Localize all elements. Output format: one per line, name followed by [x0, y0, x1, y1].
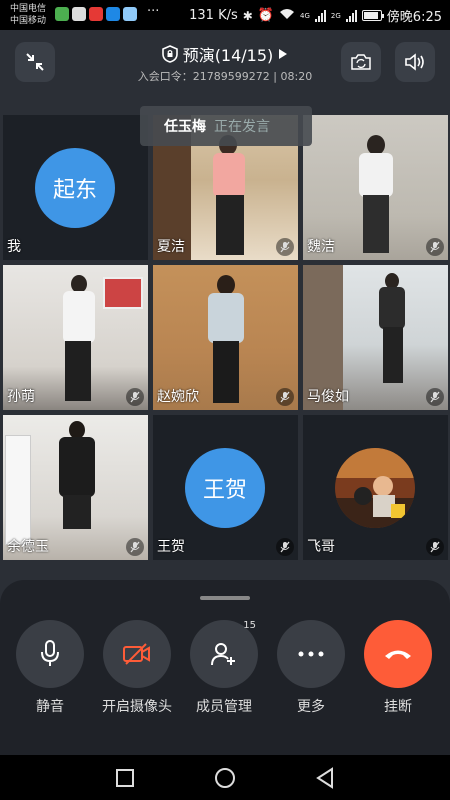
meeting-code-label: 入会口令：	[137, 70, 193, 83]
participant-tile[interactable]: 赵婉欣	[153, 265, 298, 410]
participant-name: 魏洁	[307, 239, 335, 255]
signal-icon	[314, 9, 326, 22]
mic-muted-icon	[426, 238, 444, 256]
switch-camera-button[interactable]	[341, 42, 381, 82]
meeting-duration: 08:20	[280, 70, 313, 83]
camera-control: 开启摄像头	[102, 620, 172, 716]
wifi-icon	[279, 8, 295, 24]
participant-name: 孙萌	[7, 389, 35, 405]
hangup-label: 挂断	[384, 699, 412, 715]
avatar: 王贺	[185, 448, 265, 528]
speaker-status: 正在发言	[214, 119, 270, 135]
person-figure	[217, 275, 235, 295]
mic-muted-icon	[126, 538, 144, 556]
home-icon[interactable]	[213, 766, 237, 790]
lock-shield-icon	[161, 45, 178, 63]
clock: 傍晚6:25	[386, 10, 442, 25]
hangup-control: 挂断	[363, 620, 433, 716]
bluetooth-icon: ✱	[242, 8, 253, 23]
carrier-2: 中国移动	[10, 16, 47, 26]
participant-name: 余德玉	[7, 539, 49, 555]
mic-muted-icon	[276, 238, 294, 256]
more-control: 更多	[276, 620, 346, 716]
speaker-button[interactable]	[395, 42, 435, 82]
members-control: 15 成员管理	[189, 620, 259, 716]
mic-muted-icon	[426, 538, 444, 556]
participant-name: 马俊如	[307, 389, 349, 405]
app-notification-icon	[72, 7, 86, 21]
info-separator: |	[273, 70, 277, 83]
carrier-1: 中国电信	[10, 4, 47, 14]
signal-icon	[345, 9, 357, 22]
microphone-icon	[41, 640, 59, 666]
mic-muted-icon	[426, 388, 444, 406]
network-type-2: 2G	[330, 11, 341, 20]
mute-control: 静音	[15, 620, 85, 716]
meeting-header: 预演(14/15) 入会口令：21789599272 | 08:20	[0, 30, 450, 110]
mic-muted-icon	[276, 538, 294, 556]
system-nav-bar	[0, 755, 450, 800]
app-notification-icon	[89, 7, 103, 21]
camera-button[interactable]	[103, 620, 171, 688]
status-bar: 中国电信 中国移动 ··· 131 K/s ✱ ⏰ 4G 2G 傍晚6:25	[0, 0, 450, 30]
mic-muted-icon	[276, 388, 294, 406]
add-member-icon	[211, 643, 235, 666]
participant-tile[interactable]: 余德玉	[3, 415, 148, 560]
camera-switch-icon	[351, 54, 371, 70]
battery-icon	[361, 10, 384, 21]
participant-tile[interactable]: 马俊如	[303, 265, 448, 410]
control-panel: 静音 开启摄像头 15 成员管理 更多 挂断	[0, 580, 450, 755]
person-figure	[367, 135, 385, 155]
back-icon[interactable]	[313, 766, 337, 790]
camera-off-icon	[123, 643, 150, 665]
mic-muted-icon	[126, 388, 144, 406]
speaker-name: 任玉梅	[164, 119, 206, 135]
more-dots-icon	[298, 651, 324, 657]
participant-name: 飞哥	[307, 539, 335, 555]
avatar: 起东	[35, 148, 115, 228]
participant-tile[interactable]: 王贺 王贺	[153, 415, 298, 560]
app-notification-icon	[106, 7, 120, 21]
drag-handle[interactable]	[200, 596, 250, 600]
member-count-badge: 15	[243, 620, 256, 631]
carrier-info: 中国电信 中国移动	[10, 3, 46, 27]
active-speaker-banner: 任玉梅 正在发言	[140, 106, 312, 146]
hangup-phone-icon	[385, 650, 411, 659]
meeting-info: 入会口令：21789599272 | 08:20	[0, 68, 450, 84]
meeting-screen: 预演(14/15) 入会口令：21789599272 | 08:20 任玉梅 正…	[0, 30, 450, 755]
alarm-icon: ⏰	[257, 8, 275, 23]
meeting-code: 21789599272	[192, 70, 270, 83]
participant-tile-me[interactable]: 起东 我	[3, 115, 148, 260]
members-button[interactable]: 15	[190, 620, 258, 688]
more-button[interactable]	[277, 620, 345, 688]
more-notifications: ···	[147, 4, 160, 19]
participant-name: 王贺	[157, 539, 185, 555]
speaker-icon	[405, 53, 424, 71]
recents-icon[interactable]	[113, 766, 137, 790]
hangup-button[interactable]	[364, 620, 432, 688]
participant-name: 夏洁	[157, 239, 185, 255]
app-notification-icon	[55, 7, 69, 21]
mute-button[interactable]	[16, 620, 84, 688]
participant-name: 我	[7, 239, 21, 255]
network-type-1: 4G	[300, 11, 310, 20]
participant-tile[interactable]: 魏洁	[303, 115, 448, 260]
participant-name: 赵婉欣	[157, 389, 199, 405]
participant-tile[interactable]: 孙萌	[3, 265, 148, 410]
notification-icons	[55, 7, 137, 21]
meeting-name: 预演(14/15)	[182, 46, 274, 65]
play-icon	[279, 49, 288, 59]
meeting-title[interactable]: 预演(14/15)	[0, 42, 450, 66]
network-speed: 131 K/s	[189, 8, 238, 23]
participant-tile[interactable]: 飞哥	[303, 415, 448, 560]
app-notification-icon	[123, 7, 137, 21]
avatar	[335, 448, 415, 528]
